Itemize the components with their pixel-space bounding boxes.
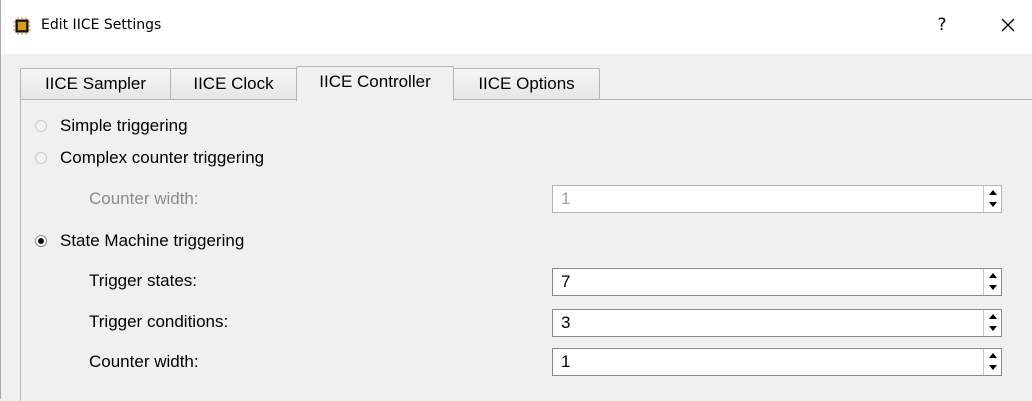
trigger-states-label: Trigger states: bbox=[89, 271, 198, 290]
spin-up-icon[interactable] bbox=[984, 349, 1001, 362]
spin-buttons bbox=[983, 186, 1001, 212]
trigger-conditions-value: 3 bbox=[561, 313, 571, 332]
state-machine-counter-width-value: 1 bbox=[561, 352, 571, 371]
state-machine-counter-width-label: Counter width: bbox=[89, 352, 199, 371]
help-button[interactable]: ? bbox=[929, 12, 955, 38]
dialog-window: Edit IICE Settings ? IICE Sampler IICE C… bbox=[0, 0, 1032, 401]
spin-buttons bbox=[983, 349, 1001, 375]
trigger-conditions-spinbox[interactable]: 3 bbox=[552, 309, 1002, 337]
complex-counter-width-label: Counter width: bbox=[89, 189, 199, 208]
spin-down-icon[interactable] bbox=[984, 362, 1001, 375]
spin-down-icon[interactable] bbox=[984, 282, 1001, 295]
spin-down-icon[interactable] bbox=[984, 323, 1001, 336]
spin-buttons bbox=[983, 269, 1001, 295]
complex-triggering-radio[interactable] bbox=[35, 152, 47, 164]
spin-up-icon[interactable] bbox=[984, 310, 1001, 323]
spin-buttons bbox=[983, 310, 1001, 336]
close-icon bbox=[1001, 18, 1015, 32]
tab-iice-controller[interactable]: IICE Controller bbox=[296, 66, 454, 101]
tab-iice-options[interactable]: IICE Options bbox=[453, 68, 600, 99]
trigger-states-spinbox[interactable]: 7 bbox=[552, 268, 1002, 296]
tab-iice-clock[interactable]: IICE Clock bbox=[170, 68, 297, 99]
complex-triggering-label: Complex counter triggering bbox=[60, 148, 265, 167]
simple-triggering-label: Simple triggering bbox=[60, 116, 188, 135]
simple-triggering-radio[interactable] bbox=[35, 120, 47, 132]
spin-down-icon[interactable] bbox=[984, 199, 1001, 212]
complex-counter-width-spinbox[interactable]: 1 bbox=[552, 185, 1002, 213]
title-bar: Edit IICE Settings ? bbox=[1, 0, 1032, 54]
close-button[interactable] bbox=[995, 12, 1021, 38]
state-machine-triggering-radio[interactable] bbox=[35, 235, 47, 247]
chip-icon bbox=[13, 17, 31, 35]
spin-up-icon[interactable] bbox=[984, 186, 1001, 199]
window-title: Edit IICE Settings bbox=[41, 17, 162, 33]
state-machine-triggering-label: State Machine triggering bbox=[60, 231, 245, 250]
tab-bar: IICE Sampler IICE Clock IICE Controller … bbox=[20, 66, 1032, 101]
trigger-conditions-label: Trigger conditions: bbox=[89, 312, 229, 331]
spin-up-icon[interactable] bbox=[984, 269, 1001, 282]
complex-counter-width-value: 1 bbox=[561, 189, 571, 208]
state-machine-counter-width-spinbox[interactable]: 1 bbox=[552, 348, 1002, 376]
trigger-states-value: 7 bbox=[561, 272, 571, 291]
tab-iice-sampler[interactable]: IICE Sampler bbox=[20, 68, 171, 99]
